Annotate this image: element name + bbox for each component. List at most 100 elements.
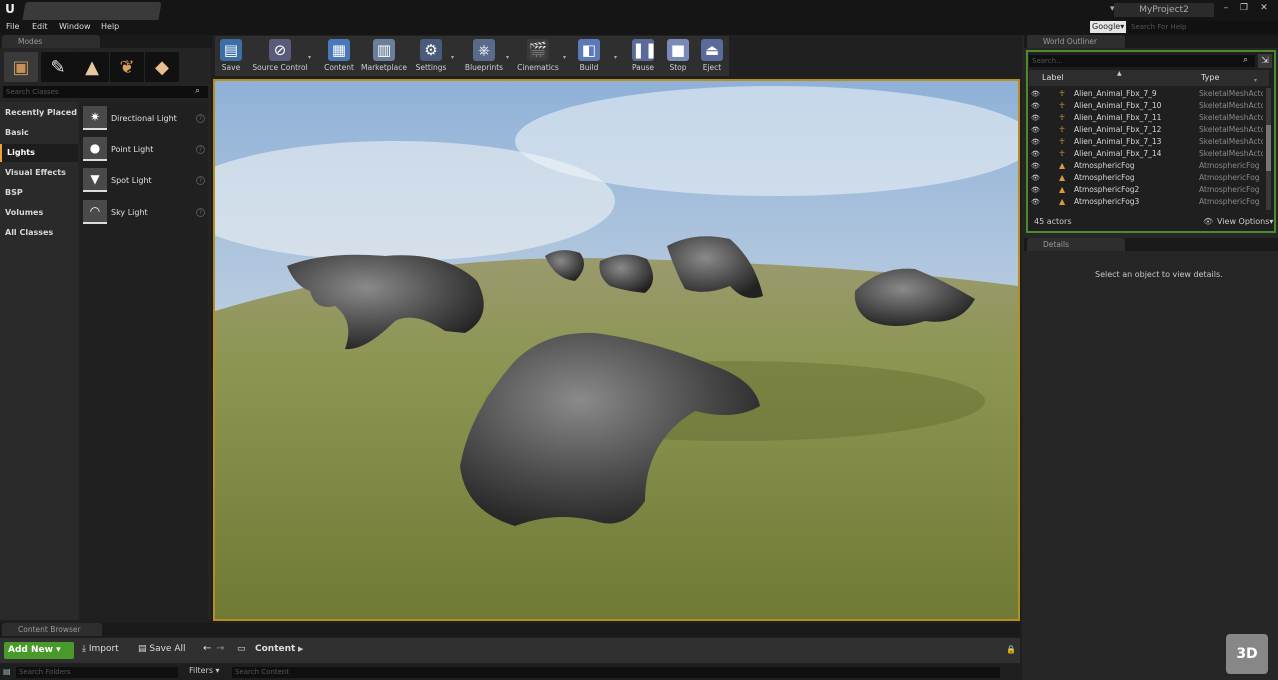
save-button[interactable]: ▤ Save [216, 36, 246, 76]
help-search-input[interactable]: Search For Help [1128, 21, 1278, 33]
visibility-eye-icon[interactable]: 👁 [1031, 100, 1040, 112]
actor-label: Alien_Animal_Fbx_7_13 [1074, 137, 1162, 146]
table-row[interactable]: 👁 ▲ AtmosphericFog2 AtmosphericFog [1029, 184, 1265, 196]
outliner-search-input[interactable]: Search... [1029, 55, 1255, 67]
visibility-eye-icon[interactable]: 👁 [1031, 88, 1040, 100]
search-classes-input[interactable]: Search Classes [3, 86, 208, 98]
chevron-down-icon[interactable]: ▾ [506, 54, 509, 61]
visibility-eye-icon[interactable]: 👁 [1031, 124, 1040, 136]
build-button[interactable]: ◧ Build [574, 36, 604, 76]
actor-type: AtmosphericFog [1199, 185, 1260, 194]
table-row[interactable]: 👁 ☥ Alien_Animal_Fbx_7_13 SkeletalMeshActo [1029, 136, 1265, 148]
table-row[interactable]: 👁 ▲ AtmosphericFog3 AtmosphericFog [1029, 196, 1265, 208]
source-control-button[interactable]: ⊘ Source Control [250, 36, 310, 76]
chevron-right-icon[interactable]: ▶ [298, 645, 303, 653]
tab-content-browser[interactable]: Content Browser [2, 623, 102, 636]
category-lights[interactable]: Lights [0, 144, 78, 162]
category-visual-effects[interactable]: Visual Effects [0, 164, 78, 182]
add-new-button[interactable]: Add New ▾ [4, 642, 74, 659]
search-provider-dropdown[interactable]: Google▾ [1090, 21, 1126, 33]
actor-label: Alien_Animal_Fbx_7_10 [1074, 101, 1162, 110]
paint-mode-icon[interactable]: ✎ [41, 52, 75, 82]
category-recently-placed[interactable]: Recently Placed [0, 104, 78, 122]
source-control-icon: ⊘ [269, 39, 291, 61]
document-tab[interactable] [22, 2, 162, 20]
marketplace-button[interactable]: ▥ Marketplace [360, 36, 408, 76]
table-row[interactable]: 👁 ☥ Alien_Animal_Fbx_7_11 SkeletalMeshActo [1029, 112, 1265, 124]
visibility-eye-icon[interactable]: 👁 [1031, 184, 1040, 196]
table-row[interactable]: 👁 ☥ Alien_Animal_Fbx_7_12 SkeletalMeshActo [1029, 124, 1265, 136]
search-folders-input[interactable]: Search Folders [16, 667, 178, 678]
visibility-eye-icon[interactable]: 👁 [1031, 148, 1040, 160]
view-options-button[interactable]: View Options▾ [1217, 217, 1273, 226]
level-viewport[interactable] [213, 79, 1020, 621]
table-row[interactable]: 👁 ▲ AtmosphericFog AtmosphericFog [1029, 172, 1265, 184]
breadcrumb-content[interactable]: Content [255, 644, 295, 654]
maximize-icon[interactable]: ❐ [1236, 2, 1252, 14]
menu-file[interactable]: File [6, 22, 19, 31]
place-mode-icon[interactable]: ▣ [4, 52, 38, 82]
tab-modes[interactable]: Modes [2, 35, 100, 48]
chevron-down-icon[interactable]: ▾ [563, 54, 566, 61]
table-row[interactable]: 👁 ▲ AtmosphericFog AtmosphericFog [1029, 160, 1265, 172]
content-button[interactable]: ▦ Content [322, 36, 356, 76]
landscape-mode-icon[interactable]: ▲ [75, 52, 109, 82]
filters-button[interactable]: Filters ▾ [189, 666, 220, 675]
blueprints-button[interactable]: ⎈ Blueprints [462, 36, 506, 76]
chevron-down-icon[interactable]: ▾ [614, 54, 617, 61]
help-icon[interactable]: ? [196, 145, 205, 154]
category-all-classes[interactable]: All Classes [0, 224, 78, 242]
add-filter-icon[interactable]: ⇲ [1258, 54, 1272, 68]
table-row[interactable]: 👁 ☥ Alien_Animal_Fbx_7_14 SkeletalMeshActo [1029, 148, 1265, 160]
visibility-eye-icon[interactable]: 👁 [1031, 160, 1040, 172]
category-volumes[interactable]: Volumes [0, 204, 78, 222]
back-arrow-icon[interactable]: ← [203, 643, 211, 654]
unreal-logo-icon[interactable]: U [2, 1, 18, 17]
list-item[interactable]: ✷ Directional Light ? [83, 106, 207, 132]
visibility-eye-icon[interactable]: 👁 [1031, 196, 1040, 208]
menu-edit[interactable]: Edit [32, 22, 48, 31]
table-row[interactable]: 👁 ☥ Alien_Animal_Fbx_7_10 SkeletalMeshActo [1029, 100, 1265, 112]
chevron-down-icon[interactable]: ▾ [308, 54, 311, 61]
details-empty-message: Select an object to view details. [1095, 270, 1223, 279]
minimize-icon[interactable]: – [1218, 2, 1234, 14]
close-icon[interactable]: ✕ [1256, 2, 1272, 14]
tab-details-label: Details [1043, 240, 1070, 249]
list-item[interactable]: ▼ Spot Light ? [83, 168, 207, 194]
stop-button[interactable]: ■ Stop [663, 36, 693, 76]
help-icon[interactable]: ? [196, 114, 205, 123]
label-column-header[interactable]: Label [1042, 73, 1064, 82]
settings-button[interactable]: ⚙ Settings [414, 36, 448, 76]
geometry-mode-icon[interactable]: ◆ [145, 52, 179, 82]
foliage-mode-icon[interactable]: ❦ [110, 52, 144, 82]
cinematics-button[interactable]: 🎬 Cinematics [515, 36, 561, 76]
sort-ascending-icon: ▲ [1117, 70, 1122, 77]
chevron-down-icon[interactable]: ▾ [1254, 77, 1257, 84]
visibility-eye-icon[interactable]: 👁 [1031, 112, 1040, 124]
sources-panel-icon[interactable]: ▤ [3, 667, 11, 676]
forward-arrow-icon[interactable]: → [216, 643, 224, 654]
pause-button[interactable]: ❚❚ Pause [628, 36, 658, 76]
help-icon[interactable]: ? [196, 208, 205, 217]
category-bsp[interactable]: BSP [0, 184, 78, 202]
save-all-button[interactable]: ▤ Save All [138, 644, 186, 654]
chevron-down-icon[interactable]: ▾ [451, 54, 454, 61]
tab-details[interactable]: Details [1027, 238, 1125, 251]
scrollbar-thumb[interactable] [1266, 125, 1271, 171]
search-content-input[interactable]: Search Content [232, 667, 1000, 678]
visibility-eye-icon[interactable]: 👁 [1031, 136, 1040, 148]
help-icon[interactable]: ? [196, 176, 205, 185]
eject-button[interactable]: ⏏ Eject [698, 36, 726, 76]
menu-help[interactable]: Help [101, 22, 119, 31]
menu-window[interactable]: Window [59, 22, 91, 31]
table-row[interactable]: 👁 ☥ Alien_Animal_Fbx_7_9 SkeletalMeshActo [1029, 88, 1265, 100]
actor-type: SkeletalMeshActo [1199, 137, 1263, 146]
visibility-eye-icon[interactable]: 👁 [1031, 172, 1040, 184]
import-button[interactable]: ⤓ Import [82, 644, 119, 654]
category-basic[interactable]: Basic [0, 124, 78, 142]
list-item[interactable]: ◠ Sky Light ? [83, 200, 207, 226]
type-column-header[interactable]: Type [1201, 73, 1219, 82]
tab-world-outliner[interactable]: World Outliner [1027, 35, 1125, 48]
lock-icon[interactable]: 🔒 [1006, 645, 1016, 654]
list-item[interactable]: ● Point Light ? [83, 137, 207, 163]
